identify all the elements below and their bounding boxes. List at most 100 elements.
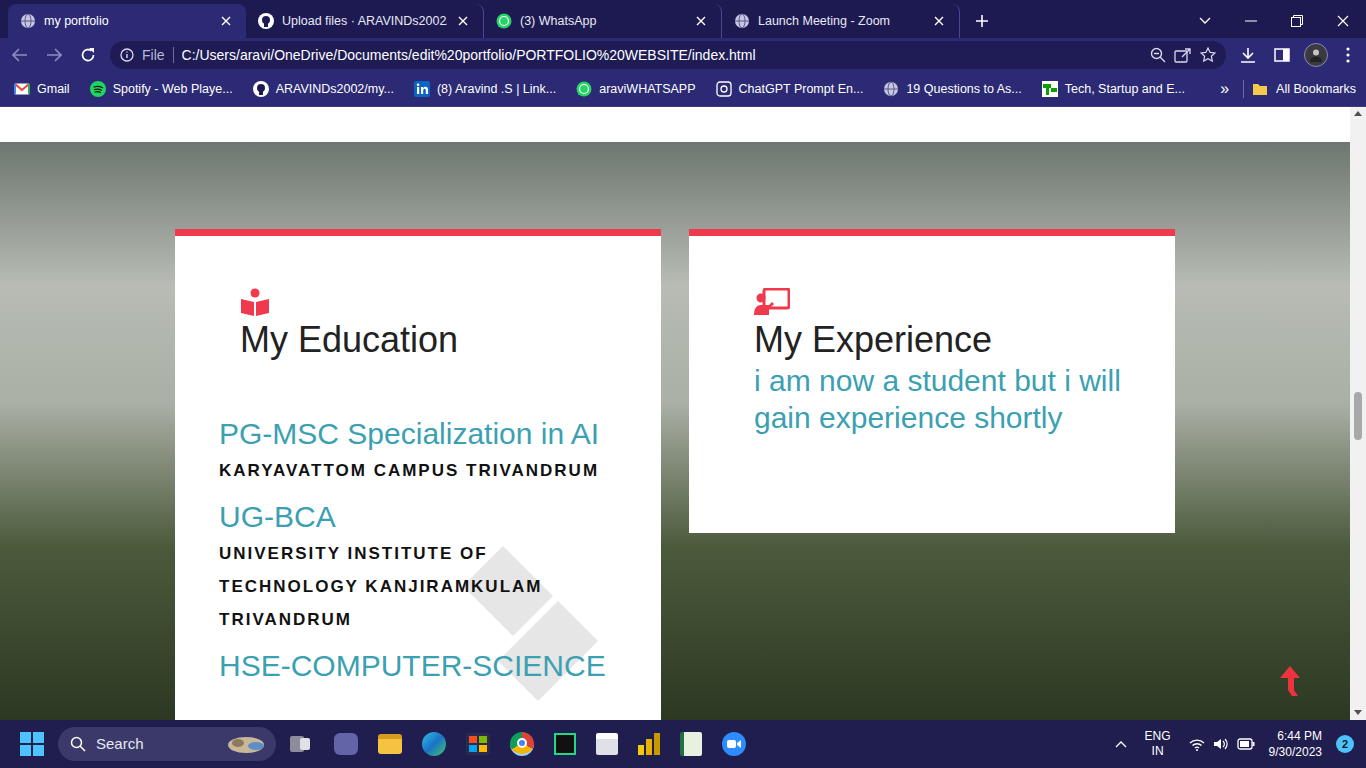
institution-name: UNIVERSITY INSTITUTE OF TECHNOLOGY KANJI… bbox=[219, 537, 641, 636]
forward-button[interactable] bbox=[42, 43, 66, 67]
page-viewport: My Education PG-MSC Specialization in AI… bbox=[0, 107, 1366, 720]
close-icon bbox=[696, 16, 706, 26]
toolbar: File C:/Users/aravi/OneDrive/Documents/e… bbox=[0, 38, 1366, 72]
tab-label: (3) WhatsApp bbox=[520, 12, 685, 31]
tab-search-button[interactable] bbox=[1182, 4, 1228, 38]
github-icon bbox=[253, 81, 269, 97]
omnibox[interactable]: File C:/Users/aravi/OneDrive/Documents/e… bbox=[110, 41, 1226, 69]
chevron-up-icon[interactable] bbox=[1115, 740, 1127, 748]
share-icon[interactable] bbox=[1174, 47, 1192, 63]
degree-title: HSE-COMPUTER-SCIENCE bbox=[219, 646, 641, 686]
browser-tab[interactable]: Launch Meeting - Zoom bbox=[722, 4, 960, 38]
close-icon bbox=[1337, 15, 1349, 27]
bookmark-item[interactable]: Spotify - Web Playe... bbox=[90, 80, 233, 99]
box-icon[interactable] bbox=[596, 733, 618, 755]
bookmark-label: ARAVINDs2002/my... bbox=[276, 80, 394, 99]
task-view-icon[interactable] bbox=[290, 733, 314, 755]
more-bookmarks-button[interactable]: » bbox=[1214, 77, 1235, 101]
bookmark-favicon bbox=[576, 81, 592, 97]
url-scheme: File bbox=[142, 45, 165, 66]
scrollbar[interactable] bbox=[1350, 107, 1366, 720]
education-title: My Education bbox=[240, 318, 641, 362]
scroll-to-top-button[interactable] bbox=[1278, 665, 1302, 697]
close-icon bbox=[934, 16, 944, 26]
close-tab-button[interactable] bbox=[218, 13, 234, 29]
teams-chat-icon[interactable] bbox=[334, 733, 358, 755]
bookmark-label: Tech, Startup and E... bbox=[1065, 80, 1185, 99]
person-icon bbox=[1309, 48, 1323, 62]
techcrunch-icon bbox=[1042, 81, 1058, 97]
browser-tab[interactable]: (3) WhatsApp bbox=[484, 4, 722, 38]
menu-button[interactable] bbox=[1338, 43, 1358, 67]
tab-favicon bbox=[258, 13, 274, 29]
bookmark-label: (8) Aravind .S | Link... bbox=[437, 80, 556, 99]
globe-icon bbox=[734, 13, 750, 29]
close-tab-button[interactable] bbox=[931, 13, 947, 29]
minimize-icon bbox=[1245, 20, 1257, 22]
close-tab-button[interactable] bbox=[693, 13, 709, 29]
github-icon bbox=[258, 13, 274, 29]
zoom-app-icon[interactable] bbox=[722, 732, 746, 756]
language-indicator[interactable]: ENG IN bbox=[1141, 729, 1175, 759]
bookmark-item[interactable]: ARAVINDs2002/my... bbox=[253, 80, 394, 99]
bookmark-item[interactable]: ChatGPT Prompt En... bbox=[716, 80, 864, 99]
whatsapp-icon bbox=[496, 13, 512, 29]
wifi-icon bbox=[1189, 738, 1205, 751]
browser-tab[interactable]: my portfolio bbox=[8, 4, 246, 38]
quick-settings[interactable] bbox=[1189, 737, 1255, 751]
reload-button[interactable] bbox=[76, 43, 100, 67]
edge-icon[interactable] bbox=[422, 732, 446, 756]
minimize-button[interactable] bbox=[1228, 4, 1274, 38]
clock[interactable]: 6:44 PM 9/30/2023 bbox=[1269, 728, 1322, 760]
degree-title: UG-BCA bbox=[219, 497, 641, 537]
tab-favicon bbox=[734, 13, 750, 29]
bookmark-item[interactable]: Gmail bbox=[14, 80, 70, 99]
close-tab-button[interactable] bbox=[455, 13, 471, 29]
info-icon bbox=[120, 48, 134, 62]
url-text[interactable]: C:/Users/aravi/OneDrive/Documents/edit%2… bbox=[182, 45, 1142, 66]
book-reader-icon bbox=[240, 288, 270, 316]
file-explorer-icon[interactable] bbox=[378, 734, 402, 754]
chart-app-icon[interactable] bbox=[680, 732, 702, 756]
scroll-up-icon[interactable] bbox=[1354, 111, 1362, 116]
downloads-button[interactable] bbox=[1236, 43, 1260, 67]
bookmark-item[interactable]: (8) Aravind .S | Link... bbox=[414, 80, 556, 99]
bookmark-item[interactable]: 19 Questions to As... bbox=[883, 80, 1021, 99]
close-icon bbox=[458, 16, 468, 26]
restore-button[interactable] bbox=[1274, 4, 1320, 38]
zoom-icon[interactable] bbox=[1150, 47, 1166, 63]
browser-tab[interactable]: Upload files · ARAVINDs2002/M bbox=[246, 4, 484, 38]
profile-avatar[interactable] bbox=[1304, 43, 1328, 67]
globe-icon bbox=[20, 13, 36, 29]
close-window-button[interactable] bbox=[1320, 4, 1366, 38]
star-icon[interactable] bbox=[1200, 47, 1216, 63]
taskbar: Search ENG IN 6:44 PM 9/30/2023 bbox=[0, 720, 1366, 768]
scroll-down-icon[interactable] bbox=[1354, 710, 1362, 715]
all-bookmarks-button[interactable]: All Bookmarks bbox=[1252, 80, 1356, 99]
degree-title: PG-MSC Specialization in AI bbox=[219, 414, 641, 454]
start-button[interactable] bbox=[20, 732, 44, 756]
education-item: HSE-COMPUTER-SCIENCE bbox=[219, 646, 641, 686]
tab-label: my portfolio bbox=[44, 12, 210, 31]
chrome-icon[interactable] bbox=[510, 732, 534, 756]
volume-icon bbox=[1213, 737, 1229, 751]
search-box[interactable]: Search bbox=[58, 727, 276, 761]
new-tab-button[interactable] bbox=[968, 7, 996, 35]
notification-badge[interactable]: 2 bbox=[1336, 735, 1354, 753]
bookmark-list: Gmail Spotify - Web Playe... ARAVINDs2002/… bbox=[14, 80, 1185, 99]
bookmark-item[interactable]: araviWHATSAPP bbox=[576, 80, 695, 99]
bookmark-label: ChatGPT Prompt En... bbox=[739, 80, 864, 99]
bookmark-favicon bbox=[253, 81, 269, 97]
bookmark-item[interactable]: Tech, Startup and E... bbox=[1042, 80, 1185, 99]
back-button[interactable] bbox=[8, 43, 32, 67]
pycharm-icon[interactable] bbox=[554, 733, 576, 755]
bookmark-label: Gmail bbox=[37, 80, 70, 99]
background-photo: My Education PG-MSC Specialization in AI… bbox=[0, 142, 1350, 720]
bookmarks-bar: Gmail Spotify - Web Playe... ARAVINDs2002/… bbox=[0, 72, 1366, 107]
scroll-thumb[interactable] bbox=[1354, 392, 1362, 440]
side-panel-button[interactable] bbox=[1270, 43, 1294, 67]
bookmark-favicon bbox=[414, 81, 430, 97]
store-icon[interactable] bbox=[466, 733, 490, 755]
taskbar-apps bbox=[290, 732, 746, 756]
power-bi-icon[interactable] bbox=[638, 733, 660, 755]
